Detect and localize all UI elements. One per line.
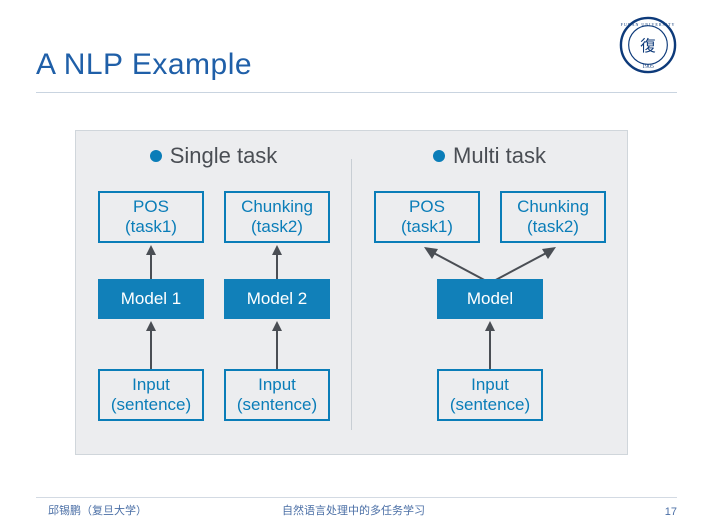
title-divider	[36, 92, 677, 93]
arrow-up-icon	[483, 321, 497, 369]
multi-task-heading: Multi task	[352, 143, 627, 169]
arrow-split-icon	[412, 241, 568, 283]
bullet-icon	[150, 150, 162, 162]
slide-title: A NLP Example	[36, 48, 252, 82]
arrow-up-icon	[144, 321, 158, 369]
bullet-icon	[433, 150, 445, 162]
arrow-up-icon	[270, 245, 284, 279]
multi-input-box: Input (sentence)	[437, 369, 543, 421]
single-pos-task-box: POS (task1)	[98, 191, 204, 243]
single-input2-box: Input (sentence)	[224, 369, 330, 421]
footer-page-number: 17	[665, 506, 677, 518]
multi-chunking-task-box: Chunking (task2)	[500, 191, 606, 243]
multi-model-box: Model	[437, 279, 543, 319]
single-task-panel: Single task POS (task1) Chunking (task2)…	[76, 131, 351, 454]
svg-text:FUDAN UNIVERSITY: FUDAN UNIVERSITY	[621, 22, 676, 27]
footer-topic: 自然语言处理中的多任务学习	[0, 502, 707, 518]
diagram-container: Single task POS (task1) Chunking (task2)…	[75, 130, 628, 455]
multi-pos-task-box: POS (task1)	[374, 191, 480, 243]
arrow-up-icon	[144, 245, 158, 279]
university-logo: FUDAN UNIVERSITY 1905 復	[619, 16, 677, 74]
single-input1-box: Input (sentence)	[98, 369, 204, 421]
single-task-heading: Single task	[76, 143, 351, 169]
arrow-up-icon	[270, 321, 284, 369]
single-model1-box: Model 1	[98, 279, 204, 319]
svg-text:1905: 1905	[642, 64, 654, 70]
single-chunking-task-box: Chunking (task2)	[224, 191, 330, 243]
multi-task-panel: Multi task POS (task1) Chunking (task2) …	[352, 131, 627, 454]
footer-divider	[36, 497, 677, 498]
svg-text:復: 復	[640, 37, 656, 55]
single-model2-box: Model 2	[224, 279, 330, 319]
